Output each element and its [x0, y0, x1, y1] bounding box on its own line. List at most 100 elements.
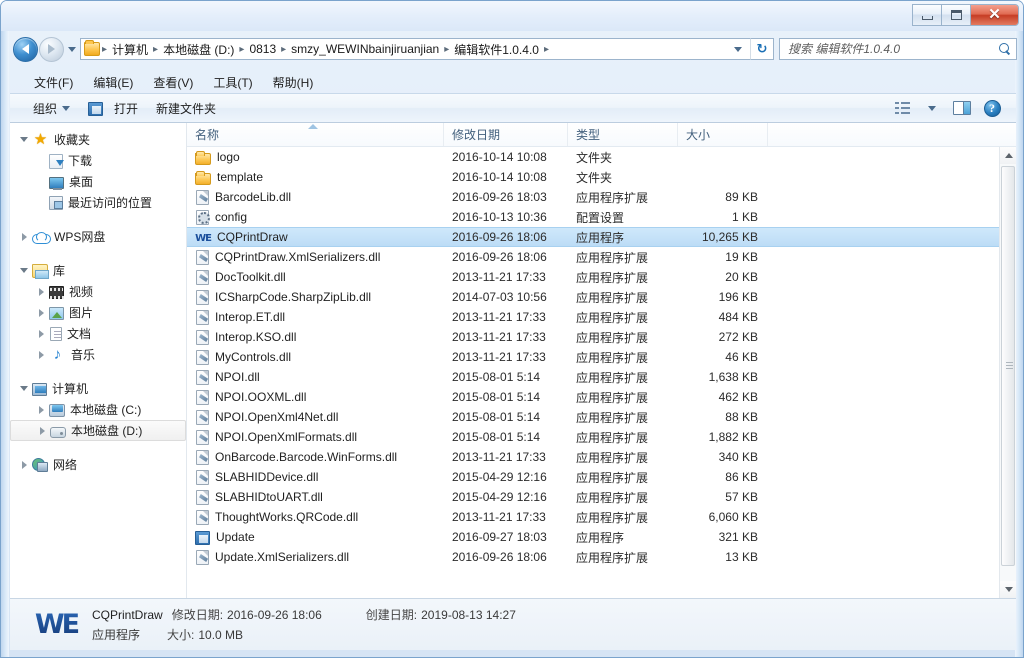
nav-item-network[interactable]: 网络 — [10, 454, 186, 475]
table-row[interactable]: NPOI.OpenXml4Net.dll 2015-08-01 5:14 应用程序扩… — [187, 407, 999, 427]
file-type-cell: 应用程序扩展 — [576, 410, 649, 425]
breadcrumb-dropdown-button[interactable] — [726, 46, 750, 52]
table-row[interactable]: OnBarcode.Barcode.WinForms.dll 2013-11-21… — [187, 447, 999, 467]
back-button[interactable] — [13, 36, 38, 62]
vertical-scrollbar[interactable] — [999, 147, 1016, 598]
window-right-edge — [1015, 1, 1023, 657]
triangle-right-icon[interactable] — [35, 404, 47, 416]
table-row[interactable]: NPOI.OpenXmlFormats.dll 2015-08-01 5:14 应用… — [187, 427, 999, 447]
search-box[interactable] — [779, 38, 1017, 60]
nav-item-video[interactable]: 视频 — [10, 281, 186, 302]
column-header-size[interactable]: 大小 — [678, 123, 768, 146]
triangle-down-icon[interactable] — [18, 134, 30, 146]
table-row[interactable]: Update 2016-09-27 18:03 应用程序 321 KB — [187, 527, 999, 547]
menu-tools[interactable]: 工具(T) — [203, 72, 262, 93]
search-input[interactable] — [788, 42, 999, 56]
scrollbar-track[interactable] — [1000, 164, 1016, 581]
file-date-cell: 2016-09-26 18:06 — [452, 230, 547, 244]
menu-help[interactable]: 帮助(H) — [263, 72, 324, 93]
nav-item-favorites-star[interactable]: ★ 收藏夹 — [10, 129, 186, 150]
history-dropdown-button[interactable] — [64, 37, 80, 62]
table-row[interactable]: logo 2016-10-14 10:08 文件夹 — [187, 147, 999, 167]
file-size-cell: 6,060 KB — [708, 510, 758, 524]
table-row[interactable]: Interop.ET.dll 2013-11-21 17:33 应用程序扩展 484 … — [187, 307, 999, 327]
file-name-label: ICSharpCode.SharpZipLib.dll — [215, 290, 372, 304]
table-row[interactable]: CQPrintDraw.XmlSerializers.dll 2016-09-26… — [187, 247, 999, 267]
table-row[interactable]: SLABHIDtoUART.dll 2015-04-29 12:16 应用程序扩展 5… — [187, 487, 999, 507]
table-row[interactable]: ThoughtWorks.QRCode.dll 2013-11-21 17:33 应… — [187, 507, 999, 527]
nav-item-document[interactable]: 文档 — [10, 323, 186, 344]
file-name-label: Update.XmlSerializers.dll — [215, 550, 350, 564]
table-row[interactable]: DocToolkit.dll 2013-11-21 17:33 应用程序扩展 20 K… — [187, 267, 999, 287]
forward-button[interactable] — [39, 36, 64, 62]
breadcrumb-item-smzy[interactable]: smzy_WEWINbainjiruanjian — [287, 42, 443, 56]
triangle-right-icon[interactable] — [35, 349, 47, 361]
file-name-cell: Update — [187, 530, 444, 545]
breadcrumb[interactable]: ▸ 计算机 ▸ 本地磁盘 (D:) ▸ 0813 ▸ smzy_WEWINbai… — [80, 38, 750, 60]
nav-item-music[interactable]: ♪ 音乐 — [10, 344, 186, 365]
table-row[interactable]: ICSharpCode.SharpZipLib.dll 2014-07-03 10… — [187, 287, 999, 307]
nav-item-drive-d[interactable]: 本地磁盘 (D:) — [10, 420, 186, 441]
nav-item-computer[interactable]: 计算机 — [10, 378, 186, 399]
minimize-button[interactable] — [913, 5, 942, 25]
nav-item-picture[interactable]: 图片 — [10, 302, 186, 323]
triangle-right-icon[interactable] — [36, 425, 48, 437]
view-dropdown-button[interactable] — [918, 97, 946, 119]
help-button[interactable]: ? — [978, 97, 1006, 119]
nav-item-library[interactable]: 库 — [10, 260, 186, 281]
nav-item-label: 桌面 — [69, 175, 94, 189]
file-name-cell: logo — [187, 150, 444, 165]
close-button[interactable]: ✕ — [971, 5, 1018, 25]
triangle-right-icon[interactable] — [18, 459, 30, 471]
triangle-right-icon[interactable] — [35, 286, 47, 298]
menu-view[interactable]: 查看(V) — [143, 72, 203, 93]
nav-item-drive-c[interactable]: 本地磁盘 (C:) — [10, 399, 186, 420]
title-bar: ✕ — [1, 1, 1023, 31]
table-row[interactable]: SLABHIDDevice.dll 2015-04-29 12:16 应用程序扩展 8… — [187, 467, 999, 487]
table-row[interactable]: NPOI.dll 2015-08-01 5:14 应用程序扩展 1,638 KB — [187, 367, 999, 387]
nav-item-desktop[interactable]: 桌面 — [10, 171, 186, 192]
nav-item-downloads[interactable]: 下载 — [10, 150, 186, 171]
refresh-button[interactable]: ↻ — [750, 38, 774, 60]
breadcrumb-item-0813[interactable]: 0813 — [245, 42, 280, 56]
triangle-right-icon[interactable] — [35, 307, 47, 319]
column-header-date[interactable]: 修改日期 — [444, 123, 568, 146]
new-folder-button[interactable]: 新建文件夹 — [147, 97, 225, 120]
triangle-down-icon[interactable] — [18, 383, 30, 395]
menu-edit[interactable]: 编辑(E) — [83, 72, 143, 93]
breadcrumb-item-drive-d[interactable]: 本地磁盘 (D:) — [159, 41, 238, 58]
maximize-button[interactable] — [942, 5, 971, 25]
triangle-right-icon[interactable] — [18, 231, 30, 243]
table-row[interactable]: Interop.KSO.dll 2013-11-21 17:33 应用程序扩展 272… — [187, 327, 999, 347]
open-button[interactable]: 打开 — [79, 97, 147, 120]
menu-file[interactable]: 文件(F) — [24, 72, 83, 93]
table-row[interactable]: BarcodeLib.dll 2016-09-26 18:03 应用程序扩展 89 K… — [187, 187, 999, 207]
table-row[interactable]: template 2016-10-14 10:08 文件夹 — [187, 167, 999, 187]
scrollbar-thumb[interactable] — [1001, 166, 1015, 566]
scroll-up-button[interactable] — [1000, 147, 1016, 164]
preview-pane-button[interactable] — [948, 97, 976, 119]
column-header-name[interactable]: 名称 — [187, 123, 444, 146]
file-date-cell: 2014-07-03 10:56 — [452, 290, 547, 304]
organize-button[interactable]: 组织 — [24, 97, 79, 120]
triangle-right-icon[interactable] — [35, 328, 47, 340]
scroll-down-button[interactable] — [1000, 581, 1016, 598]
change-view-button[interactable] — [888, 97, 916, 119]
dll-icon — [196, 190, 209, 205]
table-row[interactable]: Update.XmlSerializers.dll 2016-09-26 18:0… — [187, 547, 999, 567]
nav-item-recent-places[interactable]: 最近访问的位置 — [10, 192, 186, 213]
breadcrumb-item-current[interactable]: 编辑软件1.0.4.0 — [450, 41, 543, 58]
dll-icon — [196, 290, 209, 305]
table-row[interactable]: WE CQPrintDraw 2016-09-26 18:06 应用程序 10,265 … — [187, 227, 999, 247]
triangle-down-icon[interactable] — [18, 265, 30, 277]
breadcrumb-item-computer[interactable]: 计算机 — [108, 41, 152, 58]
dll-icon — [196, 370, 209, 385]
table-row[interactable]: NPOI.OOXML.dll 2015-08-01 5:14 应用程序扩展 462 K… — [187, 387, 999, 407]
table-row[interactable]: MyControls.dll 2013-11-21 17:33 应用程序扩展 46 K… — [187, 347, 999, 367]
table-row[interactable]: config 2016-10-13 10:36 配置设置 1 KB — [187, 207, 999, 227]
column-header-type[interactable]: 类型 — [568, 123, 678, 146]
navigation-pane[interactable]: ★ 收藏夹 下载桌面最近访问的位置 WPS网盘库视频 图片 文档 ♪ 音乐计算机 本地磁盘 (C… — [10, 123, 187, 598]
details-modified-key: 修改日期: — [171, 608, 224, 622]
nav-item-cloud[interactable]: WPS网盘 — [10, 226, 186, 247]
details-pane: WE CQPrintDraw 修改日期: 2016-09-26 18:06 创建… — [10, 598, 1016, 650]
